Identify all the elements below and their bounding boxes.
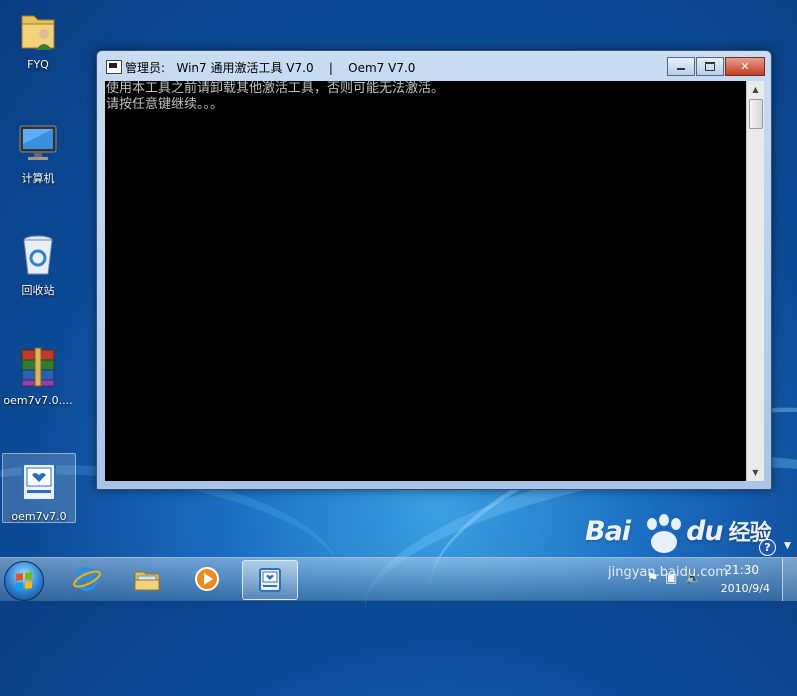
desktop-icon-label: 回收站: [21, 284, 55, 297]
user-folder-icon: [14, 6, 62, 54]
desktop-icon-label: oem7v7.0....: [3, 394, 73, 407]
desktop-icon-label: 计算机: [21, 172, 55, 185]
start-button[interactable]: [4, 561, 44, 601]
taskbar-media-player-button[interactable]: [180, 560, 234, 598]
windows-logo-icon: [16, 572, 32, 590]
taskbar-explorer-button[interactable]: [120, 560, 174, 598]
desktop-icon-fyq[interactable]: FYQ: [2, 2, 74, 71]
computer-icon: [14, 118, 62, 166]
console-window[interactable]: 管理员: Win7 通用激活工具 V7.0 | Oem7 V7.0 使用本工具之…: [96, 50, 772, 490]
taskbar-oem7-button[interactable]: [242, 560, 298, 600]
desktop-icon-recycle-bin[interactable]: 回收站: [2, 226, 74, 298]
clock-date[interactable]: 2010/9/4: [721, 582, 770, 595]
console-output[interactable]: 使用本工具之前请卸载其他激活工具，否则可能无法激活。 请按任意键继续。。。: [105, 81, 746, 481]
desktop-icon-oem7[interactable]: oem7v7.0: [2, 453, 76, 523]
console-line: 使用本工具之前请卸载其他激活工具，否则可能无法激活。: [106, 81, 445, 96]
desktop-icon-label: FYQ: [27, 58, 49, 71]
window-title: 管理员: Win7 通用激活工具 V7.0 | Oem7 V7.0: [125, 61, 416, 75]
internet-explorer-icon: [73, 567, 101, 591]
baidu-watermark-url: jingyan.baidu.com: [608, 565, 728, 580]
console-icon: [106, 60, 122, 74]
window-titlebar[interactable]: 管理员: Win7 通用激活工具 V7.0 | Oem7 V7.0: [97, 51, 771, 81]
baidu-paw-icon: [647, 514, 681, 553]
vertical-scrollbar[interactable]: ▲ ▼: [746, 81, 764, 481]
console-line: 请按任意键继续。。。: [106, 97, 224, 112]
desktop-icon-computer[interactable]: 计算机: [2, 114, 74, 186]
clock-time[interactable]: 21:30: [724, 563, 759, 577]
media-player-icon: [195, 567, 219, 591]
desktop-icon-archive[interactable]: oem7v7.0....: [2, 338, 74, 407]
maximize-button[interactable]: [696, 57, 724, 76]
help-icon[interactable]: ?: [759, 539, 776, 556]
desktop-icon-label: oem7v7.0: [11, 510, 67, 523]
windows-explorer-icon: [134, 571, 160, 591]
oem7-app-icon: [15, 458, 63, 506]
recycle-bin-icon: [14, 230, 62, 278]
close-button[interactable]: [725, 57, 765, 76]
scroll-down-arrow-icon[interactable]: ▼: [747, 464, 764, 481]
window-controls: [666, 57, 765, 76]
show-desktop-button[interactable]: [782, 558, 797, 601]
scrollbar-thumb[interactable]: [749, 99, 763, 129]
minimize-button[interactable]: [667, 57, 695, 76]
oem7-app-icon: [259, 568, 281, 592]
scroll-up-arrow-icon[interactable]: ▲: [747, 81, 764, 98]
taskbar-ie-button[interactable]: [60, 560, 114, 598]
winrar-archive-icon: [14, 342, 62, 390]
chevron-down-icon[interactable]: ▼: [784, 541, 791, 551]
